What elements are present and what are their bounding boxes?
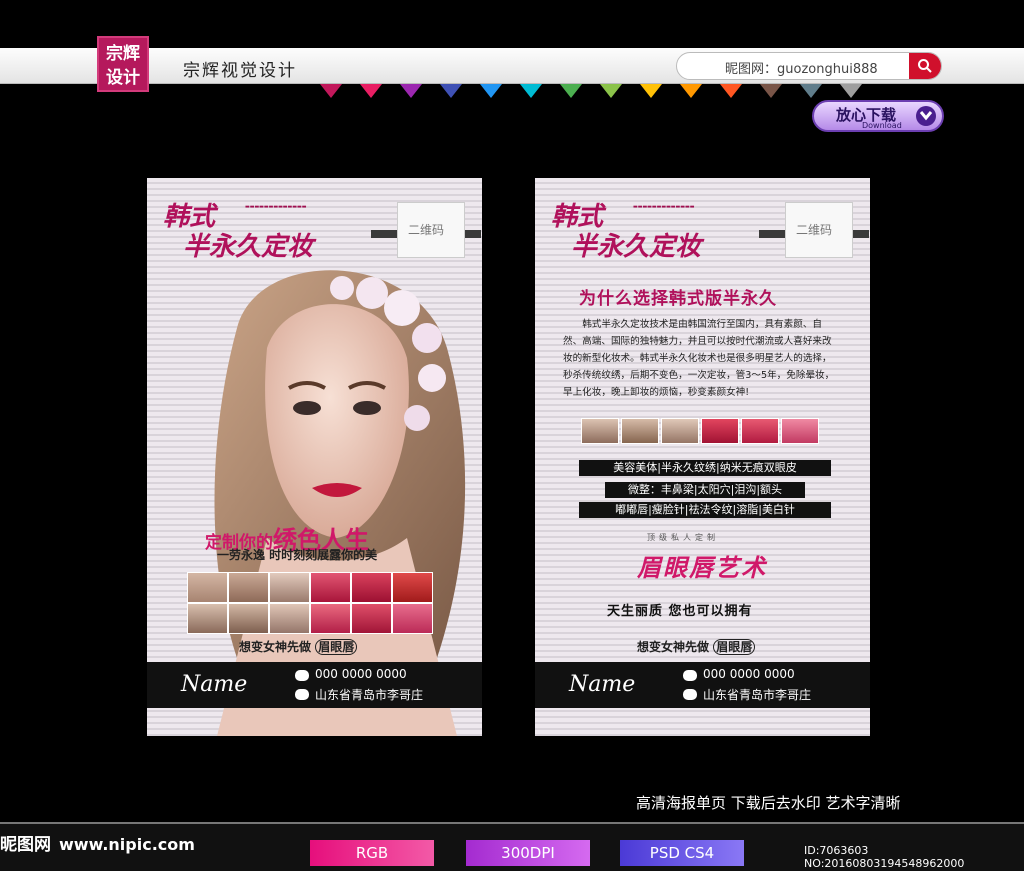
badge-psd: PSD CS4: [620, 840, 744, 866]
chevron-down-icon: [916, 106, 936, 126]
subslogan: 一劳永逸 时时刻刻展露你的美: [217, 548, 378, 562]
eye-lip-strip: [581, 418, 821, 446]
site-title: 宗辉视觉设计: [183, 61, 297, 81]
car-icon: [295, 689, 309, 700]
qr-label: 二维码: [408, 223, 445, 237]
lip-photo: [781, 418, 819, 444]
wish-mark: 眉眼唇: [315, 639, 358, 655]
poster-heading: 为什么选择韩式版半永久: [579, 289, 777, 309]
nipic-watermark[interactable]: 昵图网 www.nipic.com: [0, 830, 195, 855]
lip-photo: [392, 603, 433, 634]
eye-lip-thumbnails: [187, 572, 433, 634]
eye-photo: [187, 603, 228, 634]
poster-body-text: 韩式半永久定妆技术是由韩国流行至国内，具有素颜、自然、高端、国际的独特魅力，并且…: [563, 319, 835, 398]
search-button[interactable]: [909, 53, 941, 79]
lip-photo: [310, 572, 351, 603]
qr-code-placeholder: 二维码: [397, 202, 465, 258]
eyebrow-photo: [228, 572, 269, 603]
badge-rgb: RGB: [310, 840, 434, 866]
wechat-icon: [683, 670, 697, 681]
download-sub: Download: [862, 121, 902, 130]
wish-text: 想变女神先做: [637, 640, 710, 654]
wish-line: 想变女神先做 眉眼唇: [637, 638, 756, 655]
download-button[interactable]: 放心下载 Download: [812, 100, 944, 132]
bottom-bar: 昵图网 www.nipic.com RGB 300DPI PSD CS4 ID:7…: [0, 822, 1024, 871]
car-icon: [683, 689, 697, 700]
address: 山东省青岛市李哥庄: [703, 688, 812, 702]
eye-photo: [269, 572, 310, 603]
wish-line: 想变女神先做 眉眼唇: [239, 638, 358, 655]
wish-text: 想变女神先做: [239, 640, 312, 654]
wish-mark: 眉眼唇: [713, 639, 756, 655]
eye-photo: [581, 418, 619, 444]
eye-photo: [228, 603, 269, 634]
poster-footer: Name 000 0000 0000 山东省青岛市李哥庄: [147, 662, 482, 708]
nipic-site: 昵图网: [0, 835, 51, 855]
search-value: guozonghui888: [777, 62, 878, 77]
brand-title-line2: 半永久定妆: [571, 232, 702, 262]
eye-photo: [661, 418, 699, 444]
lip-photo: [701, 418, 739, 444]
qr-label: 二维码: [796, 223, 833, 237]
address: 山东省青岛市李哥庄: [315, 688, 424, 702]
color-strip: [320, 84, 862, 98]
phone-number: 000 0000 0000: [703, 667, 795, 681]
service-line-1: 美容美体|半永久纹绣|纳米无痕双眼皮: [579, 460, 831, 476]
search-label: 昵图网：: [725, 62, 778, 77]
signature-name: Name: [569, 672, 636, 697]
eyebrow-photo: [187, 572, 228, 603]
service-line-2: 微整：丰鼻梁|太阳穴|泪沟|额头: [605, 482, 805, 498]
poster-footer: Name 000 0000 0000 山东省青岛市李哥庄: [535, 662, 870, 708]
brand-title-line2: 半永久定妆: [183, 232, 314, 262]
image-id: ID:7063603 NO:20160803194548962000: [804, 844, 965, 870]
site-logo[interactable]: 宗辉设计: [97, 36, 149, 92]
art-title: 眉眼唇艺术: [637, 554, 767, 582]
lip-photo: [310, 603, 351, 634]
phone-number: 000 0000 0000: [315, 667, 407, 681]
search-text: 昵图网：guozonghui888: [725, 58, 878, 77]
logo-text: 宗辉设计: [106, 44, 140, 88]
service-line-3: 嘟嘟唇|瘦脸针|祛法令纹|溶脂|美白针: [579, 502, 831, 518]
qr-code-placeholder: 二维码: [785, 202, 853, 258]
lip-photo: [741, 418, 779, 444]
signature-name: Name: [181, 672, 248, 697]
nipic-url: www.nipic.com: [59, 835, 195, 854]
wechat-icon: [295, 670, 309, 681]
fine-print: ▬▬▬▬▬▬▬▬▬▬▬▬▬: [633, 204, 695, 210]
lip-photo: [392, 572, 433, 603]
tagline: 高清海报单页 下载后去水印 艺术字清晰: [636, 794, 901, 812]
search-icon: [918, 59, 932, 73]
art-subtitle: 顶级私人定制: [647, 533, 719, 542]
search-box[interactable]: 昵图网：guozonghui888: [676, 52, 942, 80]
poster-right: ▬▬▬▬▬▬▬▬▬▬▬▬▬ 韩式 半永久定妆 二维码 为什么选择韩式版半永久 韩…: [535, 178, 870, 736]
lip-photo: [351, 603, 392, 634]
lip-photo: [351, 572, 392, 603]
eye-photo: [269, 603, 310, 634]
fine-print: ▬▬▬▬▬▬▬▬▬▬▬▬▬: [245, 204, 307, 210]
badge-dpi: 300DPI: [466, 840, 590, 866]
quote: 天生丽质 您也可以拥有: [607, 604, 753, 619]
poster-left: ▬▬▬▬▬▬▬▬▬▬▬▬▬ 韩式 半永久定妆 二维码 定制你的绣色人生 一劳永逸…: [147, 178, 482, 736]
eye-photo: [621, 418, 659, 444]
